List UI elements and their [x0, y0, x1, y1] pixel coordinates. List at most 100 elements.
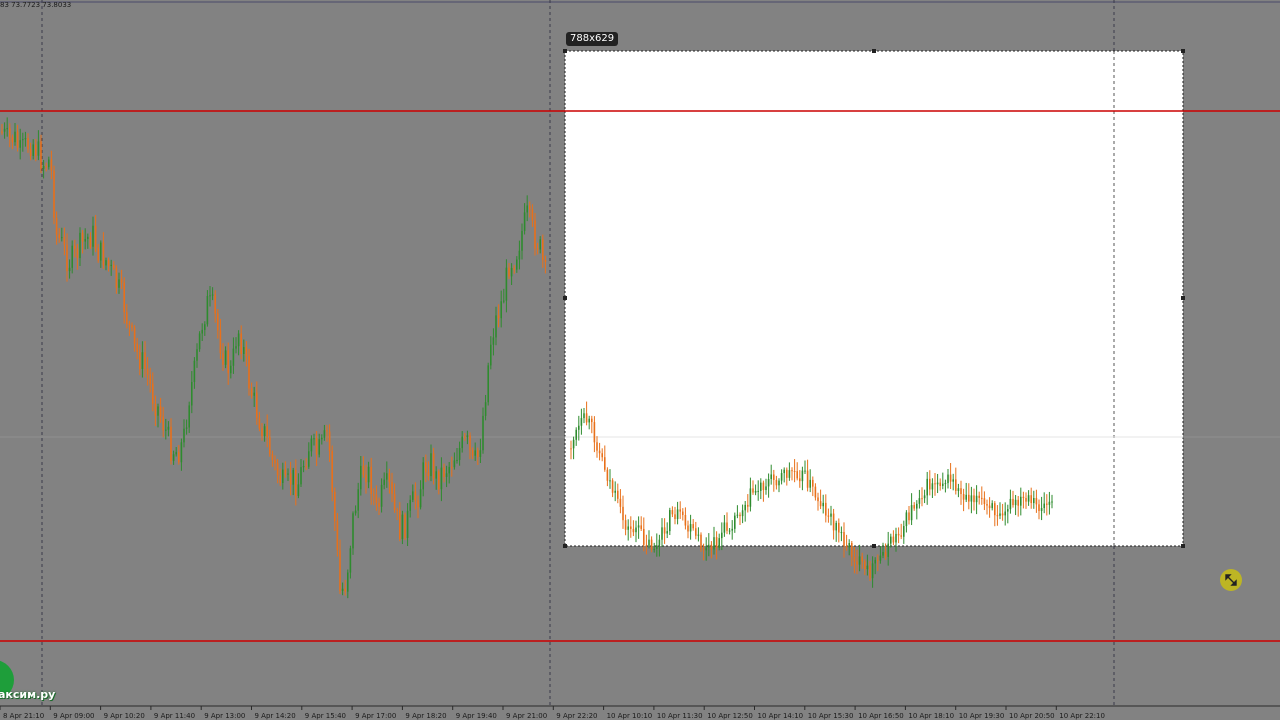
candle-body [968, 494, 970, 502]
candle-body [661, 527, 663, 540]
candle-body [417, 500, 419, 508]
candle-body [752, 488, 754, 493]
candle-body [739, 514, 741, 517]
candle-body [957, 488, 960, 491]
candle-body [864, 561, 866, 570]
candle-body [663, 527, 666, 534]
candle-body [334, 491, 336, 522]
candle-body [341, 588, 344, 591]
candle-body [1001, 513, 1004, 516]
candle-body [848, 543, 850, 548]
candle-body [445, 473, 448, 477]
candle-body [936, 482, 939, 485]
candle-body [412, 491, 414, 500]
candle-body [775, 479, 778, 486]
candle-body [14, 131, 16, 143]
logo-watermark: аксим.ру [0, 660, 55, 704]
candle-body [87, 236, 89, 239]
candle-body [373, 494, 375, 496]
candle-body [183, 428, 185, 443]
candle-body [287, 473, 289, 475]
candle-body [754, 490, 757, 493]
candle-body [585, 413, 588, 423]
candle-body [856, 561, 858, 565]
candle-body [328, 431, 331, 452]
candle-body [609, 480, 611, 482]
candle-body [461, 436, 463, 449]
candle-body [271, 454, 274, 460]
time-tick-label: 10 Apr 20:50 [1009, 712, 1055, 720]
candle-body [48, 159, 50, 168]
selection-handle [1181, 296, 1185, 300]
candle-body [19, 140, 21, 148]
candle-body [391, 482, 393, 494]
candle-body [139, 351, 141, 369]
candle-body [583, 413, 585, 419]
time-tick-label: 10 Apr 10:10 [607, 712, 653, 720]
candle-body [934, 483, 936, 485]
candle-body [438, 471, 440, 490]
candle-body [840, 532, 843, 534]
selection-handle [872, 544, 876, 548]
selection-rectangle[interactable] [565, 51, 1183, 546]
candle-body [534, 220, 536, 249]
candle-body [339, 550, 341, 591]
candle-body [871, 563, 874, 579]
candle-body [435, 471, 437, 479]
candle-body [843, 532, 845, 546]
candle-body [6, 128, 8, 130]
candle-body [799, 478, 801, 482]
candle-body [393, 493, 396, 510]
candle-body [949, 474, 952, 482]
candle-body [302, 466, 305, 468]
selection-handle [563, 544, 567, 548]
candle-body [497, 315, 500, 319]
candle-body [477, 450, 479, 457]
candle-body [27, 138, 29, 150]
candle-body [741, 510, 744, 517]
candle-body [825, 502, 827, 516]
candle-body [1009, 498, 1012, 510]
candle-body [544, 259, 547, 262]
candle-body [9, 128, 11, 138]
candle-body [624, 520, 627, 530]
candle-body [266, 426, 268, 438]
candle-body [107, 260, 110, 266]
candle-body [713, 537, 715, 550]
candle-body [702, 548, 705, 551]
candle-body [422, 462, 424, 490]
candle-body [619, 498, 622, 507]
candle-body [994, 503, 996, 516]
candle-body [697, 534, 700, 536]
candle-body [757, 490, 759, 492]
ohlc-readout: 83 73.7723 73.8033 [0, 1, 72, 9]
candle-body [484, 402, 487, 416]
candle-body [217, 313, 219, 331]
candle-body [92, 225, 94, 247]
candle-body [1038, 504, 1040, 511]
candle-body [973, 495, 975, 503]
candle-body [211, 294, 214, 296]
time-tick-label: 9 Apr 15:40 [305, 712, 346, 720]
candle-body [916, 503, 918, 509]
candle-body [723, 522, 726, 533]
candle-body [492, 337, 495, 345]
candle-body [344, 588, 346, 592]
candle-body [996, 515, 999, 517]
candle-body [510, 267, 513, 277]
candle-body [523, 212, 526, 231]
candle-body [648, 539, 650, 546]
candle-body [214, 294, 216, 314]
candle-body [352, 513, 354, 549]
candle-body [430, 453, 432, 477]
candle-body [778, 480, 780, 486]
candle-body [248, 356, 250, 389]
time-tick-label: 10 Apr 14:10 [758, 712, 804, 720]
candle-body [999, 513, 1001, 516]
candle-body [526, 205, 528, 213]
candle-body [1027, 495, 1030, 502]
candle-body [1048, 501, 1051, 505]
trading-chart[interactable]: 8 Apr 21:10 9 Apr 09:00 9 Apr 10:20 9 Apr 1… [0, 0, 1280, 720]
candle-body [645, 544, 648, 546]
candle-body [193, 360, 196, 382]
